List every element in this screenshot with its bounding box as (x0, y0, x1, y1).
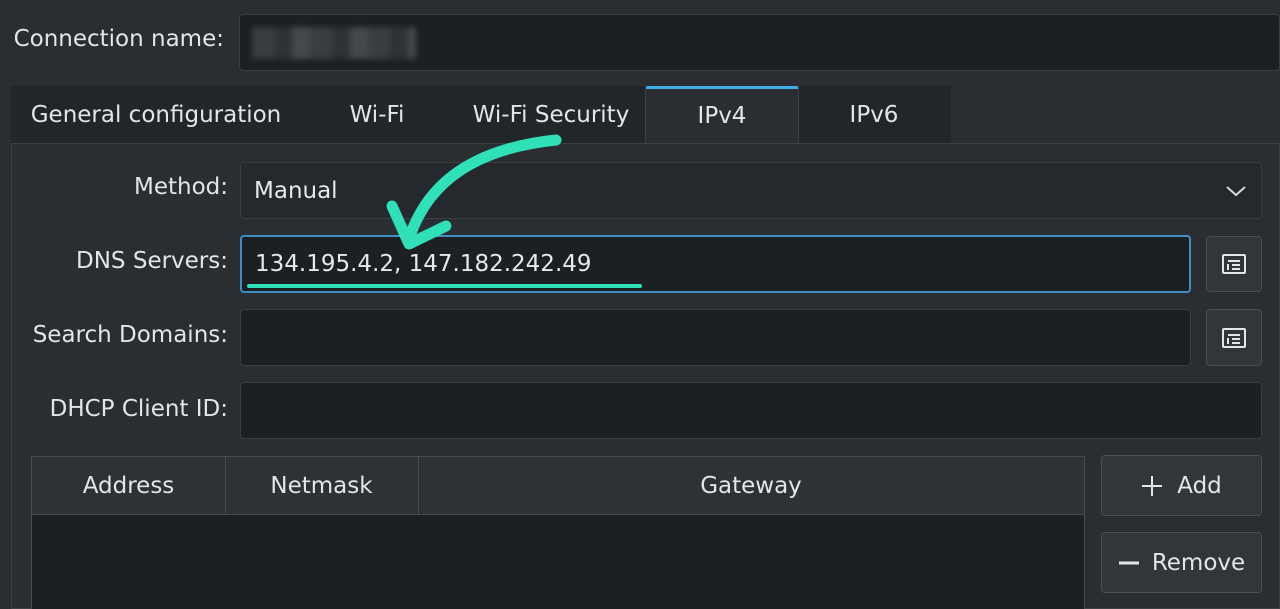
tab-label: IPv6 (849, 102, 899, 128)
connection-name-redacted (252, 27, 416, 59)
remove-button-label: Remove (1151, 549, 1246, 576)
tab-label: Wi-Fi (349, 102, 405, 128)
plus-icon (1142, 475, 1163, 496)
method-label: Method: (133, 174, 228, 200)
tab-bar: General configuration Wi-Fi Wi-Fi Securi… (11, 86, 951, 145)
list-edit-icon (1222, 327, 1246, 348)
search-domains-input[interactable] (240, 309, 1191, 366)
tab-ipv4[interactable]: IPv4 (645, 86, 799, 145)
dhcp-client-id-label: DHCP Client ID: (49, 396, 228, 422)
add-button-label: Add (1177, 472, 1222, 499)
dns-servers-label: DNS Servers: (76, 248, 228, 274)
connection-name-input[interactable] (239, 14, 1280, 71)
dns-servers-value: 134.195.4.2, 147.182.242.49 (255, 251, 592, 277)
column-header-gateway[interactable]: Gateway (418, 457, 1084, 514)
address-table[interactable]: Address Netmask Gateway (31, 456, 1085, 609)
tab-label: Wi-Fi Security (472, 102, 630, 128)
list-edit-icon (1222, 254, 1246, 274)
tab-label: General configuration (30, 102, 282, 128)
minus-icon (1118, 561, 1139, 564)
dns-servers-edit-button[interactable] (1206, 236, 1262, 292)
tab-label: IPv4 (697, 103, 747, 129)
column-header-address[interactable]: Address (32, 457, 226, 514)
search-domains-label: Search Domains: (32, 322, 228, 348)
tab-ipv6[interactable]: IPv6 (797, 86, 951, 144)
search-domains-edit-button[interactable] (1206, 309, 1262, 366)
address-table-header: Address Netmask Gateway (32, 457, 1084, 515)
add-button[interactable]: Add (1101, 455, 1262, 516)
method-select[interactable]: Manual (240, 162, 1262, 219)
dhcp-client-id-input[interactable] (240, 382, 1262, 439)
column-header-netmask[interactable]: Netmask (225, 457, 419, 514)
method-value: Manual (254, 177, 338, 204)
tab-wifi-security[interactable]: Wi-Fi Security (457, 86, 645, 144)
connection-name-label: Connection name: (13, 26, 224, 52)
chevron-down-icon (1226, 186, 1246, 197)
tab-general-configuration[interactable]: General configuration (11, 86, 301, 144)
remove-button[interactable]: Remove (1101, 532, 1262, 593)
dns-servers-input[interactable]: 134.195.4.2, 147.182.242.49 (240, 235, 1191, 293)
tab-wifi[interactable]: Wi-Fi (319, 86, 435, 144)
